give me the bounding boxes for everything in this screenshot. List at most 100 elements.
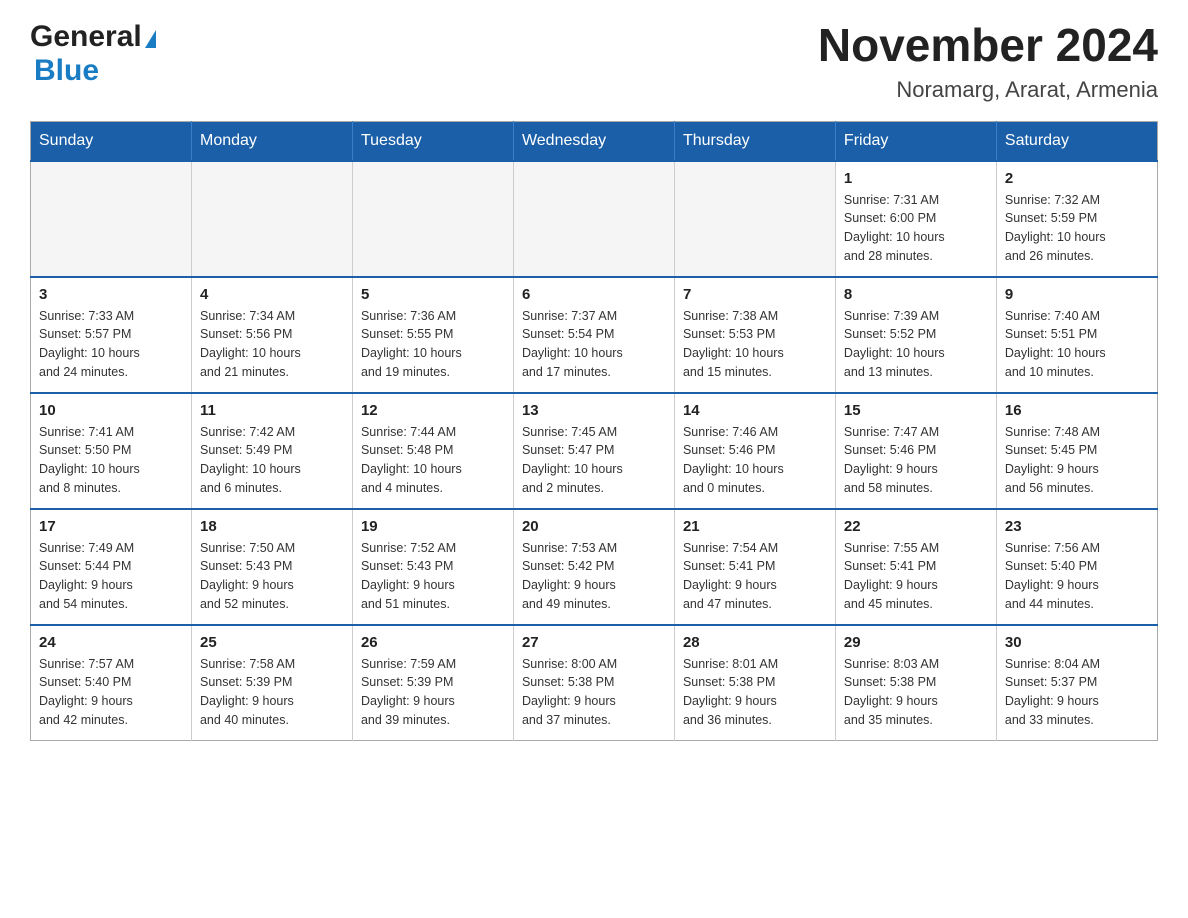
logo: General Blue xyxy=(30,20,156,88)
day-info: Sunrise: 7:32 AMSunset: 5:59 PMDaylight:… xyxy=(1005,191,1149,266)
day-number: 8 xyxy=(844,286,988,303)
day-info: Sunrise: 7:56 AMSunset: 5:40 PMDaylight:… xyxy=(1005,539,1149,614)
day-info: Sunrise: 7:41 AMSunset: 5:50 PMDaylight:… xyxy=(39,423,183,498)
calendar-day-cell: 18 Sunrise: 7:50 AMSunset: 5:43 PMDayligh… xyxy=(191,509,352,625)
calendar-day-cell: 3 Sunrise: 7:33 AMSunset: 5:57 PMDaylight… xyxy=(31,277,192,393)
calendar-day-cell: 1Sunrise: 7:31 AMSunset: 6:00 PMDaylight… xyxy=(835,161,996,277)
day-number: 11 xyxy=(200,402,344,419)
calendar-week-row: 1Sunrise: 7:31 AMSunset: 6:00 PMDaylight… xyxy=(31,161,1158,277)
calendar-day-cell xyxy=(191,161,352,277)
day-info: Sunrise: 8:00 AMSunset: 5:38 PMDaylight:… xyxy=(522,655,666,730)
calendar-subtitle: Noramarg, Ararat, Armenia xyxy=(818,77,1158,103)
day-number: 23 xyxy=(1005,518,1149,535)
day-number: 16 xyxy=(1005,402,1149,419)
title-section: November 2024 Noramarg, Ararat, Armenia xyxy=(818,20,1158,103)
day-number: 24 xyxy=(39,634,183,651)
calendar-day-cell: 12Sunrise: 7:44 AMSunset: 5:48 PMDayligh… xyxy=(352,393,513,509)
day-info: Sunrise: 7:59 AMSunset: 5:39 PMDaylight:… xyxy=(361,655,505,730)
day-number: 25 xyxy=(200,634,344,651)
calendar-day-cell: 21 Sunrise: 7:54 AMSunset: 5:41 PMDayligh… xyxy=(674,509,835,625)
day-info: Sunrise: 8:01 AMSunset: 5:38 PMDaylight:… xyxy=(683,655,827,730)
day-number: 14 xyxy=(683,402,827,419)
calendar-day-cell: 5Sunrise: 7:36 AMSunset: 5:55 PMDaylight… xyxy=(352,277,513,393)
day-number: 1 xyxy=(844,170,988,187)
calendar-day-cell: 7Sunrise: 7:38 AMSunset: 5:53 PMDaylight… xyxy=(674,277,835,393)
calendar-week-row: 24Sunrise: 7:57 AMSunset: 5:40 PMDayligh… xyxy=(31,625,1158,741)
calendar-week-row: 10 Sunrise: 7:41 AMSunset: 5:50 PMDayligh… xyxy=(31,393,1158,509)
calendar-header-row: SundayMondayTuesdayWednesdayThursdayFrid… xyxy=(31,121,1158,161)
page-header: General Blue November 2024 Noramarg, Ara… xyxy=(30,20,1158,103)
day-info: Sunrise: 8:03 AMSunset: 5:38 PMDaylight:… xyxy=(844,655,988,730)
day-info: Sunrise: 7:39 AMSunset: 5:52 PMDaylight:… xyxy=(844,307,988,382)
calendar-day-cell xyxy=(31,161,192,277)
calendar-title: November 2024 xyxy=(818,20,1158,71)
calendar-day-cell: 23 Sunrise: 7:56 AMSunset: 5:40 PMDayligh… xyxy=(996,509,1157,625)
day-number: 18 xyxy=(200,518,344,535)
calendar-day-cell: 15 Sunrise: 7:47 AMSunset: 5:46 PMDayligh… xyxy=(835,393,996,509)
calendar-day-cell: 17 Sunrise: 7:49 AMSunset: 5:44 PMDayligh… xyxy=(31,509,192,625)
calendar-header-saturday: Saturday xyxy=(996,121,1157,161)
day-info: Sunrise: 7:38 AMSunset: 5:53 PMDaylight:… xyxy=(683,307,827,382)
day-info: Sunrise: 7:37 AMSunset: 5:54 PMDaylight:… xyxy=(522,307,666,382)
calendar-day-cell: 22 Sunrise: 7:55 AMSunset: 5:41 PMDayligh… xyxy=(835,509,996,625)
day-number: 30 xyxy=(1005,634,1149,651)
calendar-day-cell: 20 Sunrise: 7:53 AMSunset: 5:42 PMDayligh… xyxy=(513,509,674,625)
day-number: 20 xyxy=(522,518,666,535)
calendar-day-cell: 14 Sunrise: 7:46 AMSunset: 5:46 PMDayligh… xyxy=(674,393,835,509)
calendar-day-cell: 16 Sunrise: 7:48 AMSunset: 5:45 PMDayligh… xyxy=(996,393,1157,509)
calendar-day-cell: 27 Sunrise: 8:00 AMSunset: 5:38 PMDayligh… xyxy=(513,625,674,741)
day-number: 22 xyxy=(844,518,988,535)
day-number: 9 xyxy=(1005,286,1149,303)
calendar-day-cell xyxy=(352,161,513,277)
day-number: 15 xyxy=(844,402,988,419)
calendar-header-monday: Monday xyxy=(191,121,352,161)
day-info: Sunrise: 7:49 AMSunset: 5:44 PMDaylight:… xyxy=(39,539,183,614)
day-info: Sunrise: 7:45 AMSunset: 5:47 PMDaylight:… xyxy=(522,423,666,498)
logo-blue-text: Blue xyxy=(34,54,99,88)
calendar-day-cell: 30 Sunrise: 8:04 AMSunset: 5:37 PMDayligh… xyxy=(996,625,1157,741)
day-info: Sunrise: 7:53 AMSunset: 5:42 PMDaylight:… xyxy=(522,539,666,614)
calendar-day-cell xyxy=(674,161,835,277)
day-info: Sunrise: 7:42 AMSunset: 5:49 PMDaylight:… xyxy=(200,423,344,498)
day-number: 21 xyxy=(683,518,827,535)
logo-triangle-icon xyxy=(145,30,156,48)
calendar-header-tuesday: Tuesday xyxy=(352,121,513,161)
calendar-header-wednesday: Wednesday xyxy=(513,121,674,161)
day-number: 10 xyxy=(39,402,183,419)
calendar-day-cell: 29 Sunrise: 8:03 AMSunset: 5:38 PMDayligh… xyxy=(835,625,996,741)
day-info: Sunrise: 7:48 AMSunset: 5:45 PMDaylight:… xyxy=(1005,423,1149,498)
day-number: 12 xyxy=(361,402,505,419)
day-number: 17 xyxy=(39,518,183,535)
calendar-day-cell: 24Sunrise: 7:57 AMSunset: 5:40 PMDayligh… xyxy=(31,625,192,741)
day-number: 29 xyxy=(844,634,988,651)
day-info: Sunrise: 7:34 AMSunset: 5:56 PMDaylight:… xyxy=(200,307,344,382)
day-number: 2 xyxy=(1005,170,1149,187)
day-info: Sunrise: 7:40 AMSunset: 5:51 PMDaylight:… xyxy=(1005,307,1149,382)
calendar-table: SundayMondayTuesdayWednesdayThursdayFrid… xyxy=(30,121,1158,741)
day-info: Sunrise: 7:50 AMSunset: 5:43 PMDaylight:… xyxy=(200,539,344,614)
day-info: Sunrise: 7:46 AMSunset: 5:46 PMDaylight:… xyxy=(683,423,827,498)
logo-general-text: General xyxy=(30,20,142,54)
day-info: Sunrise: 7:55 AMSunset: 5:41 PMDaylight:… xyxy=(844,539,988,614)
calendar-header-thursday: Thursday xyxy=(674,121,835,161)
calendar-day-cell: 13Sunrise: 7:45 AMSunset: 5:47 PMDayligh… xyxy=(513,393,674,509)
calendar-week-row: 17 Sunrise: 7:49 AMSunset: 5:44 PMDayligh… xyxy=(31,509,1158,625)
calendar-header-friday: Friday xyxy=(835,121,996,161)
day-info: Sunrise: 7:58 AMSunset: 5:39 PMDaylight:… xyxy=(200,655,344,730)
calendar-header-sunday: Sunday xyxy=(31,121,192,161)
day-number: 3 xyxy=(39,286,183,303)
day-number: 28 xyxy=(683,634,827,651)
calendar-day-cell: 26 Sunrise: 7:59 AMSunset: 5:39 PMDayligh… xyxy=(352,625,513,741)
day-number: 19 xyxy=(361,518,505,535)
calendar-day-cell: 9 Sunrise: 7:40 AMSunset: 5:51 PMDaylight… xyxy=(996,277,1157,393)
day-info: Sunrise: 7:47 AMSunset: 5:46 PMDaylight:… xyxy=(844,423,988,498)
day-number: 4 xyxy=(200,286,344,303)
calendar-day-cell xyxy=(513,161,674,277)
calendar-day-cell: 4 Sunrise: 7:34 AMSunset: 5:56 PMDaylight… xyxy=(191,277,352,393)
day-info: Sunrise: 7:33 AMSunset: 5:57 PMDaylight:… xyxy=(39,307,183,382)
day-info: Sunrise: 8:04 AMSunset: 5:37 PMDaylight:… xyxy=(1005,655,1149,730)
calendar-day-cell: 11 Sunrise: 7:42 AMSunset: 5:49 PMDayligh… xyxy=(191,393,352,509)
day-info: Sunrise: 7:54 AMSunset: 5:41 PMDaylight:… xyxy=(683,539,827,614)
day-number: 26 xyxy=(361,634,505,651)
day-number: 27 xyxy=(522,634,666,651)
